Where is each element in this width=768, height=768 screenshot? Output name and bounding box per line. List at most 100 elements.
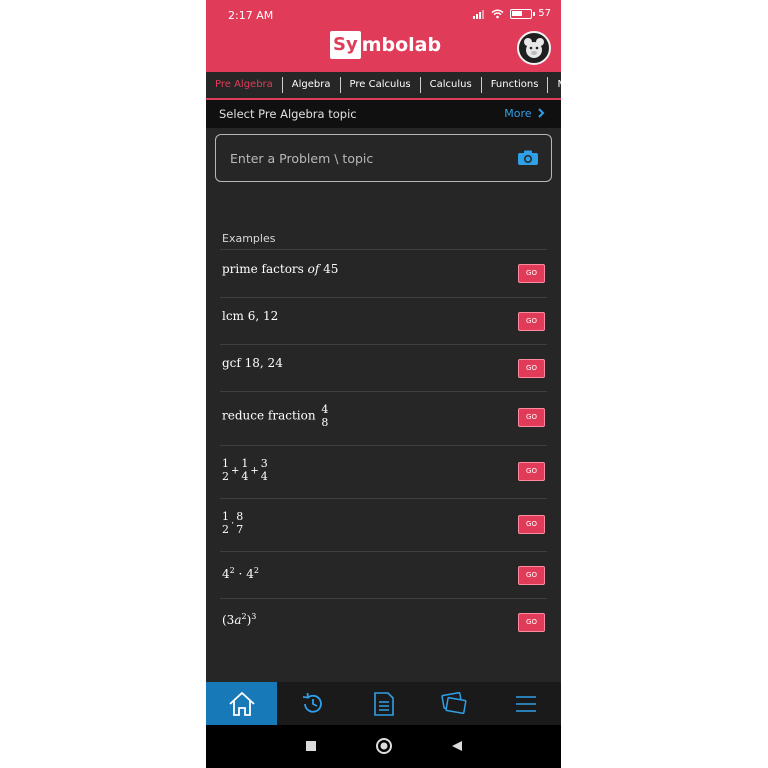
example-italic: of [307,262,320,276]
go-button[interactable]: GO [518,613,545,632]
go-button[interactable]: GO [518,312,545,331]
example-prefix: prime factors [222,262,308,276]
exponent: 3 [251,612,257,621]
numerator: 1 [222,510,229,523]
example-text[interactable]: prime factors of 45 [222,262,338,276]
denominator: 2 [222,470,229,483]
exponent: 2 [253,566,259,575]
bottom-nav [206,682,561,725]
example-row: 1 2 · 8 7 GO [220,498,547,551]
numerator: 1 [222,457,229,470]
denominator: 8 [321,416,329,429]
fraction: 34 [261,457,268,483]
numerator: 8 [236,510,244,523]
menu-icon [515,695,536,712]
operator: · [231,518,235,530]
example-row: 1 2 +1 4 +3 4 GO [220,445,547,498]
recents-icon[interactable] [306,741,316,751]
tab-calculus[interactable]: Calculus [421,77,482,93]
history-icon [302,692,322,713]
home-system-dot [380,742,388,750]
denominator: 4 [260,470,268,483]
app-header: 2:17 AM 57 Sy mbolab [206,0,561,72]
bear-avatar-icon [524,38,544,58]
paren-open: (3 [222,613,235,627]
battery-icon [510,8,536,19]
status-time: 2:17 AM [228,9,274,22]
example-text[interactable]: 1 2 +1 4 +3 4 [222,457,270,483]
nav-menu[interactable] [490,682,561,725]
tab-pre-calculus[interactable]: Pre Calculus [341,77,421,93]
avatar[interactable] [517,31,551,65]
example-row: lcm 6, 12 GO [220,297,547,344]
system-nav-icons [306,738,462,754]
go-button[interactable]: GO [518,359,545,378]
practice-icon [440,691,466,714]
go-button[interactable]: GO [518,566,545,585]
symbolab-logo: Sy mbolab [330,31,441,59]
battery-percent: 57 [538,8,551,19]
topic-label: Select Pre Algebra topic [219,107,357,121]
examples-title: Examples [222,232,276,245]
battery-fill [512,10,523,16]
fraction: 12 [222,510,229,536]
example-row: prime factors of 45 GO [220,249,547,297]
signal-icon [473,9,485,19]
logo-text: mbolab [361,34,442,56]
example-text[interactable]: (3a2)3 [222,612,256,627]
logo-box: Sy [330,31,361,59]
go-button[interactable]: GO [518,408,545,427]
fraction: 12 [222,457,229,483]
fraction: 48 [321,403,328,429]
more-link-label: More [504,107,532,120]
tab-pre-algebra[interactable]: Pre Algebra [206,77,283,93]
topic-select-row: Select Pre Algebra topic More [206,100,561,128]
examples-list: prime factors of 45 GO lcm 6, 12 GO gcf … [220,249,547,646]
denominator: 2 [222,523,229,536]
tab-functions[interactable]: Functions [482,77,549,93]
example-text[interactable]: lcm 6, 12 [222,309,278,323]
denominator: 4 [241,470,249,483]
chevron-right-icon [538,108,545,118]
example-prefix: reduce fraction [222,408,320,423]
go-button[interactable]: GO [518,264,545,283]
base: 4 [246,567,254,581]
back-icon[interactable] [452,741,462,751]
example-text[interactable]: gcf 18, 24 [222,356,283,370]
nav-practice[interactable] [419,682,490,725]
nav-notebook[interactable] [348,682,419,725]
base: 4 [222,567,230,581]
example-text[interactable]: 1 2 · 8 7 [222,510,245,536]
nav-home[interactable] [206,682,277,725]
example-row: gcf 18, 24 GO [220,344,547,391]
status-icons: 57 [473,8,551,19]
fraction: 87 [236,510,243,536]
notebook-icon [373,691,394,716]
operator: · [234,567,247,581]
tab-algebra[interactable]: Algebra [283,77,341,93]
home-icon [228,691,255,716]
go-button[interactable]: GO [518,462,545,481]
denominator: 7 [236,523,244,536]
example-text[interactable]: 42 · 42 [222,566,259,581]
more-link[interactable]: More [504,107,545,120]
android-nav-bar [206,725,561,768]
example-suffix: 45 [319,262,339,276]
camera-icon[interactable] [517,150,539,166]
example-text[interactable]: reduce fraction 48 [222,403,330,429]
wifi-icon [491,9,504,18]
go-button[interactable]: GO [518,515,545,534]
example-row: reduce fraction 48 GO [220,391,547,445]
example-row: (3a2)3 GO [220,598,547,646]
operator: + [231,465,240,477]
problem-input[interactable] [215,134,552,182]
nav-history[interactable] [277,682,348,725]
topic-tabs: Pre Algebra Algebra Pre Calculus Calculu… [206,72,561,100]
numerator: 4 [321,403,329,416]
phone-screen: 2:17 AM 57 Sy mbolab Pre Algebra Algebra… [206,0,561,768]
example-row: 42 · 42 GO [220,551,547,598]
tab-more-truncated[interactable]: Mat [548,77,561,93]
operator: + [250,465,259,477]
numerator: 3 [260,457,268,470]
fraction: 14 [241,457,248,483]
